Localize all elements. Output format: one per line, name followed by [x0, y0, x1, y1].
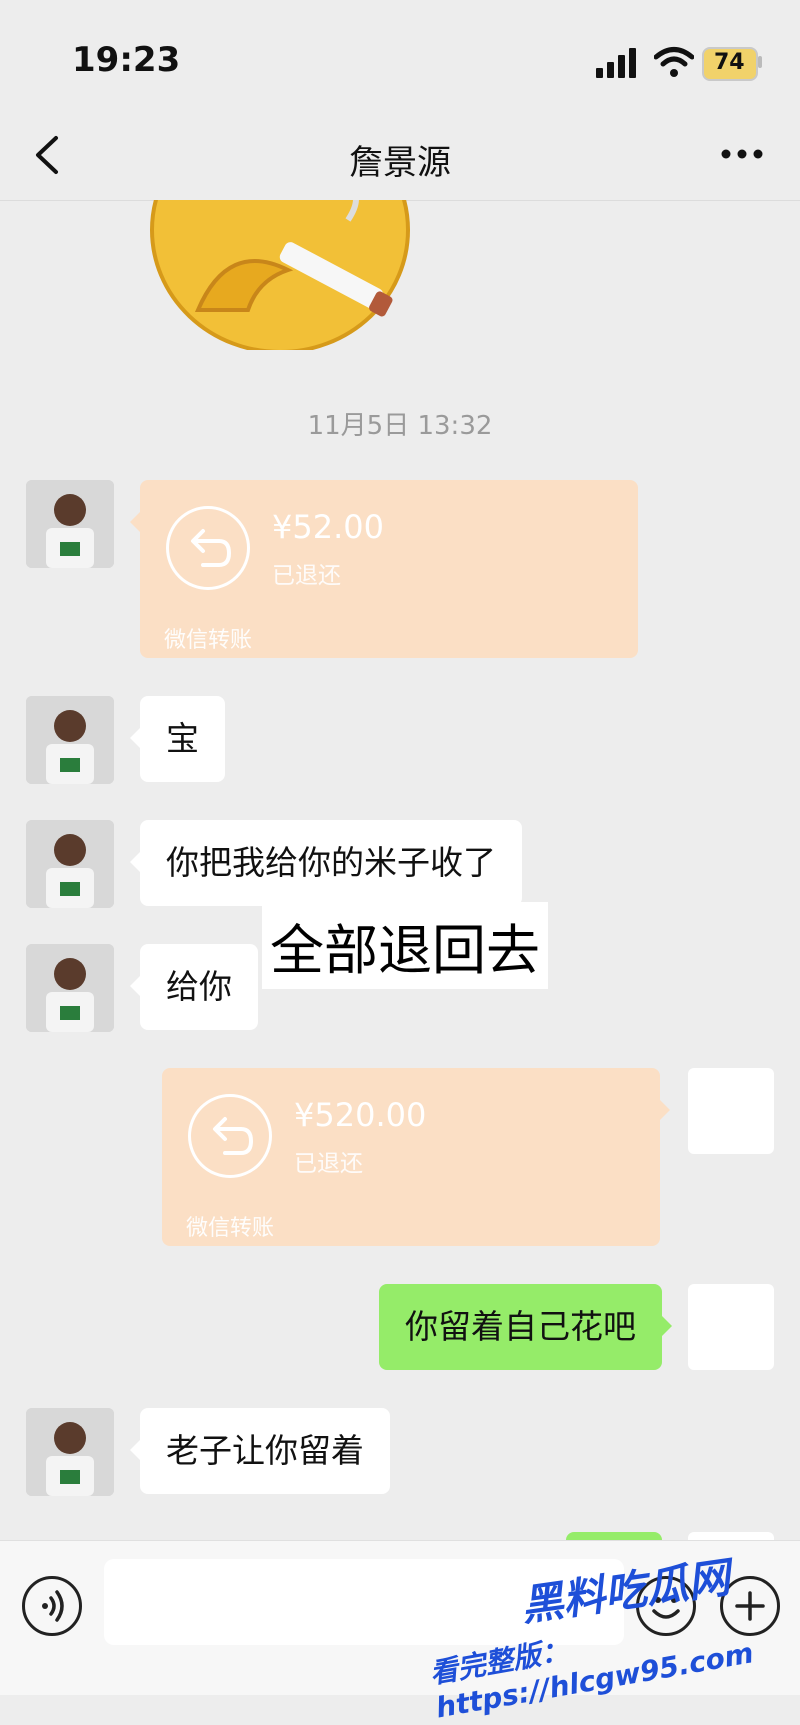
sticker-image[interactable]	[138, 200, 422, 350]
transfer-status: 已退还	[272, 563, 341, 589]
battery-level: 74	[714, 50, 745, 75]
voice-input-icon[interactable]	[22, 1576, 82, 1636]
refund-icon	[188, 1094, 272, 1178]
avatar-photo	[26, 944, 114, 1032]
transfer-card-outgoing[interactable]: ¥520.00 已退还 微信转账	[162, 1068, 670, 1246]
message-bubble-incoming[interactable]: 老子让你留着	[130, 1408, 390, 1494]
avatar-photo	[26, 1408, 114, 1496]
battery-cap	[758, 56, 762, 68]
overlay-caption: 全部退回去	[262, 902, 548, 989]
status-bar: 19:23 74	[0, 0, 800, 120]
avatar-photo	[26, 480, 114, 568]
signal-icon	[596, 48, 636, 78]
my-avatar[interactable]	[688, 1068, 774, 1154]
message-bubble-incoming[interactable]: 给你	[130, 944, 258, 1030]
message-bubble-incoming[interactable]: 宝	[130, 696, 225, 782]
message-bubble-outgoing[interactable]: 你留着自己花吧	[379, 1284, 672, 1370]
avatar-photo	[26, 696, 114, 784]
transfer-label: 微信转账	[186, 1216, 275, 1241]
battery-icon: 74	[702, 47, 758, 81]
status-time: 19:23	[72, 40, 181, 80]
more-options-icon[interactable]	[720, 148, 764, 160]
smoking-emoji-sticker	[150, 200, 410, 350]
chat-title: 詹景源	[349, 143, 451, 183]
contact-avatar[interactable]	[26, 1408, 114, 1496]
contact-avatar[interactable]	[26, 696, 114, 784]
message-bubble-incoming[interactable]: 你把我给你的米子收了	[130, 820, 522, 906]
refund-icon	[166, 506, 250, 590]
transfer-card-incoming[interactable]: ¥52.00 已退还 微信转账	[130, 480, 638, 658]
chat-timestamp: 11月5日 13:32	[307, 411, 493, 441]
avatar-photo	[26, 820, 114, 908]
my-avatar[interactable]	[688, 1284, 774, 1370]
transfer-amount: ¥520.00	[294, 1096, 427, 1134]
contact-avatar[interactable]	[26, 480, 114, 568]
transfer-status: 已退还	[294, 1151, 363, 1177]
contact-avatar[interactable]	[26, 944, 114, 1032]
wifi-icon	[654, 47, 694, 77]
contact-avatar[interactable]	[26, 820, 114, 908]
transfer-amount: ¥52.00	[272, 508, 384, 546]
transfer-label: 微信转账	[164, 628, 253, 653]
